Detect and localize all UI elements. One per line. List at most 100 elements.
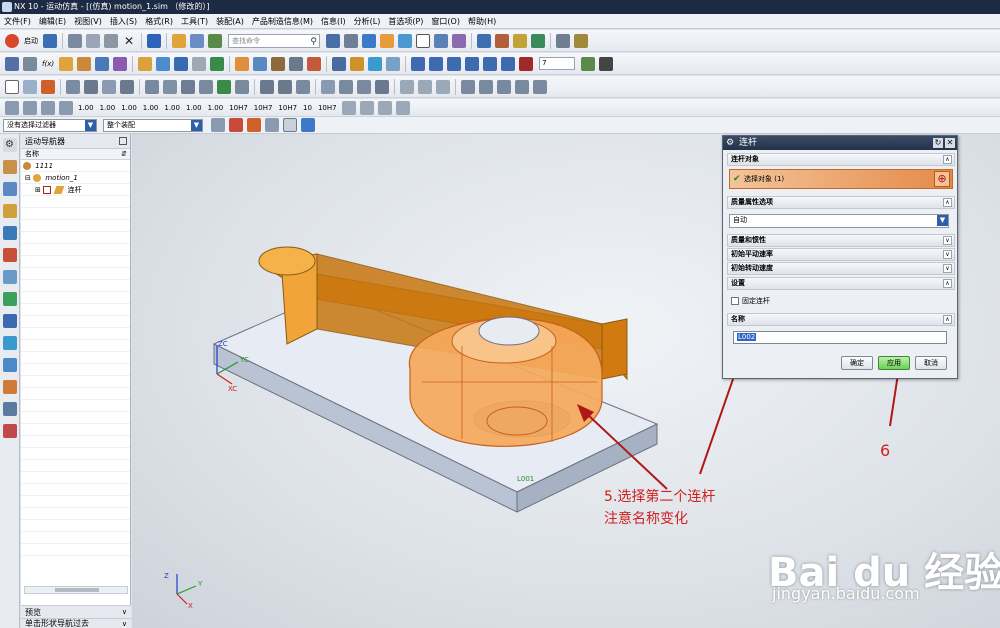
- menu-item-11[interactable]: 窗口(O): [431, 16, 460, 27]
- fixed-link-checkbox-row[interactable]: 固定连杆: [731, 296, 770, 306]
- grid-icon[interactable]: [556, 33, 570, 48]
- crosshair-icon[interactable]: ⊕: [934, 171, 950, 187]
- menu-item-4[interactable]: 格式(R): [145, 16, 173, 27]
- point-icon[interactable]: [174, 56, 189, 71]
- preview-section[interactable]: 预览 ∨: [21, 605, 131, 618]
- wcs-icon[interactable]: [452, 33, 466, 48]
- render-style-icon[interactable]: [380, 33, 394, 48]
- assembly-navigator-tab-icon[interactable]: [2, 182, 17, 196]
- dialog-title-bar[interactable]: ⚙ 连杆 ↻ ✕: [723, 136, 957, 150]
- gear-icon[interactable]: ⚙: [2, 138, 17, 152]
- ok-button[interactable]: 确定: [841, 356, 873, 370]
- cable-icon[interactable]: [120, 79, 134, 94]
- measure-motion-icon[interactable]: [357, 79, 371, 94]
- expand-icon[interactable]: ⊞: [35, 186, 41, 194]
- line-icon[interactable]: [59, 56, 74, 71]
- start-icon[interactable]: [5, 33, 19, 48]
- mass-properties-select[interactable]: 自动 ▼: [729, 214, 949, 228]
- apply-button[interactable]: 应用: [878, 356, 910, 370]
- tree-node-motion[interactable]: ⊟ motion_1: [21, 172, 130, 184]
- component-icon[interactable]: [368, 56, 383, 71]
- torque-icon[interactable]: [235, 79, 249, 94]
- snap-endpoint-icon[interactable]: [247, 118, 261, 132]
- step-back-icon[interactable]: [429, 56, 444, 71]
- link-name-input[interactable]: L002: [733, 331, 947, 344]
- tolerance-button-11[interactable]: 10H7: [318, 104, 337, 112]
- annotation-icon[interactable]: [341, 100, 356, 115]
- assembly-scope-combo[interactable]: 整个装配 ▼: [103, 118, 203, 132]
- blend-icon[interactable]: [235, 56, 250, 71]
- edit-object-icon[interactable]: [172, 33, 186, 48]
- initial-velocity-section[interactable]: 初始平动速率 ∨: [727, 248, 955, 261]
- tree-node-links[interactable]: ⊞ 连杆: [21, 184, 130, 196]
- chamfer-icon[interactable]: [253, 56, 268, 71]
- bushing-icon[interactable]: [181, 79, 195, 94]
- solver-icon[interactable]: [296, 79, 310, 94]
- show-hide-cycle-icon[interactable]: [283, 118, 297, 132]
- snap-icon[interactable]: [23, 79, 37, 94]
- tolerance-button-3[interactable]: 1.00: [143, 104, 159, 112]
- display-section-icon[interactable]: [434, 33, 448, 48]
- graph-icon[interactable]: [375, 79, 389, 94]
- shape-navigation-section[interactable]: 单击形状导航过去 ∨: [21, 618, 131, 628]
- part-navigator-tab-icon[interactable]: [2, 226, 17, 240]
- background-icon[interactable]: [416, 33, 430, 48]
- triangle-icon[interactable]: [461, 79, 475, 94]
- fixed-link-checkbox[interactable]: [731, 297, 739, 305]
- delete-icon[interactable]: ✕: [122, 34, 136, 48]
- connector-icon[interactable]: [513, 33, 527, 48]
- filter-settings-icon[interactable]: [211, 118, 225, 132]
- mass-properties-section[interactable]: 质量属性选项 ∧: [727, 196, 955, 209]
- weld-symbol-icon[interactable]: [533, 79, 547, 94]
- hd3d-tools-tab-icon[interactable]: [2, 270, 17, 284]
- close-icon[interactable]: ✕: [945, 138, 955, 148]
- snap-point-icon[interactable]: [229, 118, 243, 132]
- trim-icon[interactable]: [210, 56, 225, 71]
- menu-item-2[interactable]: 视图(V): [74, 16, 102, 27]
- stop-icon[interactable]: [519, 56, 534, 71]
- select-box-icon[interactable]: [5, 79, 19, 94]
- reset-icon[interactable]: ↻: [933, 138, 943, 148]
- tolerance-button-6[interactable]: 1.00: [208, 104, 224, 112]
- name-section[interactable]: 名称 ∧: [727, 313, 955, 326]
- paste-icon[interactable]: [104, 33, 118, 48]
- roles-tab-icon[interactable]: [2, 402, 17, 416]
- tolerance-button-5[interactable]: 1.00: [186, 104, 202, 112]
- sketch-icon[interactable]: [5, 56, 19, 71]
- show-hide-icon[interactable]: [41, 79, 55, 94]
- tolerance-button-2[interactable]: 1.00: [121, 104, 137, 112]
- datum-icon[interactable]: [192, 56, 207, 71]
- finish-animation-icon[interactable]: [599, 56, 614, 71]
- gear-coupler-icon[interactable]: [102, 79, 116, 94]
- navigator-horizontal-scrollbar[interactable]: [24, 586, 128, 594]
- motion-joint-icon[interactable]: [495, 33, 509, 48]
- menu-item-12[interactable]: 帮助(H): [468, 16, 496, 27]
- driver-icon[interactable]: [531, 33, 545, 48]
- web-browser-tab-icon[interactable]: [2, 292, 17, 306]
- motion-navigator-tab-icon[interactable]: [2, 160, 17, 174]
- trace-icon[interactable]: [321, 79, 335, 94]
- chevron-up-icon[interactable]: ∧: [943, 279, 952, 288]
- contact-icon[interactable]: [199, 79, 213, 94]
- spline-icon[interactable]: [95, 56, 110, 71]
- chevron-down-icon[interactable]: ∨: [943, 250, 952, 259]
- menu-item-10[interactable]: 首选项(P): [388, 16, 423, 27]
- spreadsheet-icon[interactable]: [418, 79, 432, 94]
- scrollbar-thumb[interactable]: [55, 588, 99, 592]
- quick-pick-icon[interactable]: [301, 118, 315, 132]
- last-frame-icon[interactable]: [501, 56, 516, 71]
- hole-icon[interactable]: [271, 56, 286, 71]
- cancel-button[interactable]: 取消: [915, 356, 947, 370]
- gear-icon[interactable]: ⚙: [726, 136, 734, 150]
- tolerance-button-4[interactable]: 1.00: [164, 104, 180, 112]
- undo-step-icon[interactable]: [395, 100, 410, 115]
- motion-body-icon[interactable]: [66, 79, 80, 94]
- shaded-view-icon[interactable]: [362, 33, 376, 48]
- arc-icon[interactable]: [77, 56, 92, 71]
- tolerance-button-9[interactable]: 10H7: [278, 104, 297, 112]
- rotate-icon[interactable]: [344, 33, 358, 48]
- menu-item-6[interactable]: 装配(A): [216, 16, 244, 27]
- damper-icon[interactable]: [163, 79, 177, 94]
- step-forward-icon[interactable]: [483, 56, 498, 71]
- navigator-column-header[interactable]: 名称 ⇵: [21, 149, 130, 160]
